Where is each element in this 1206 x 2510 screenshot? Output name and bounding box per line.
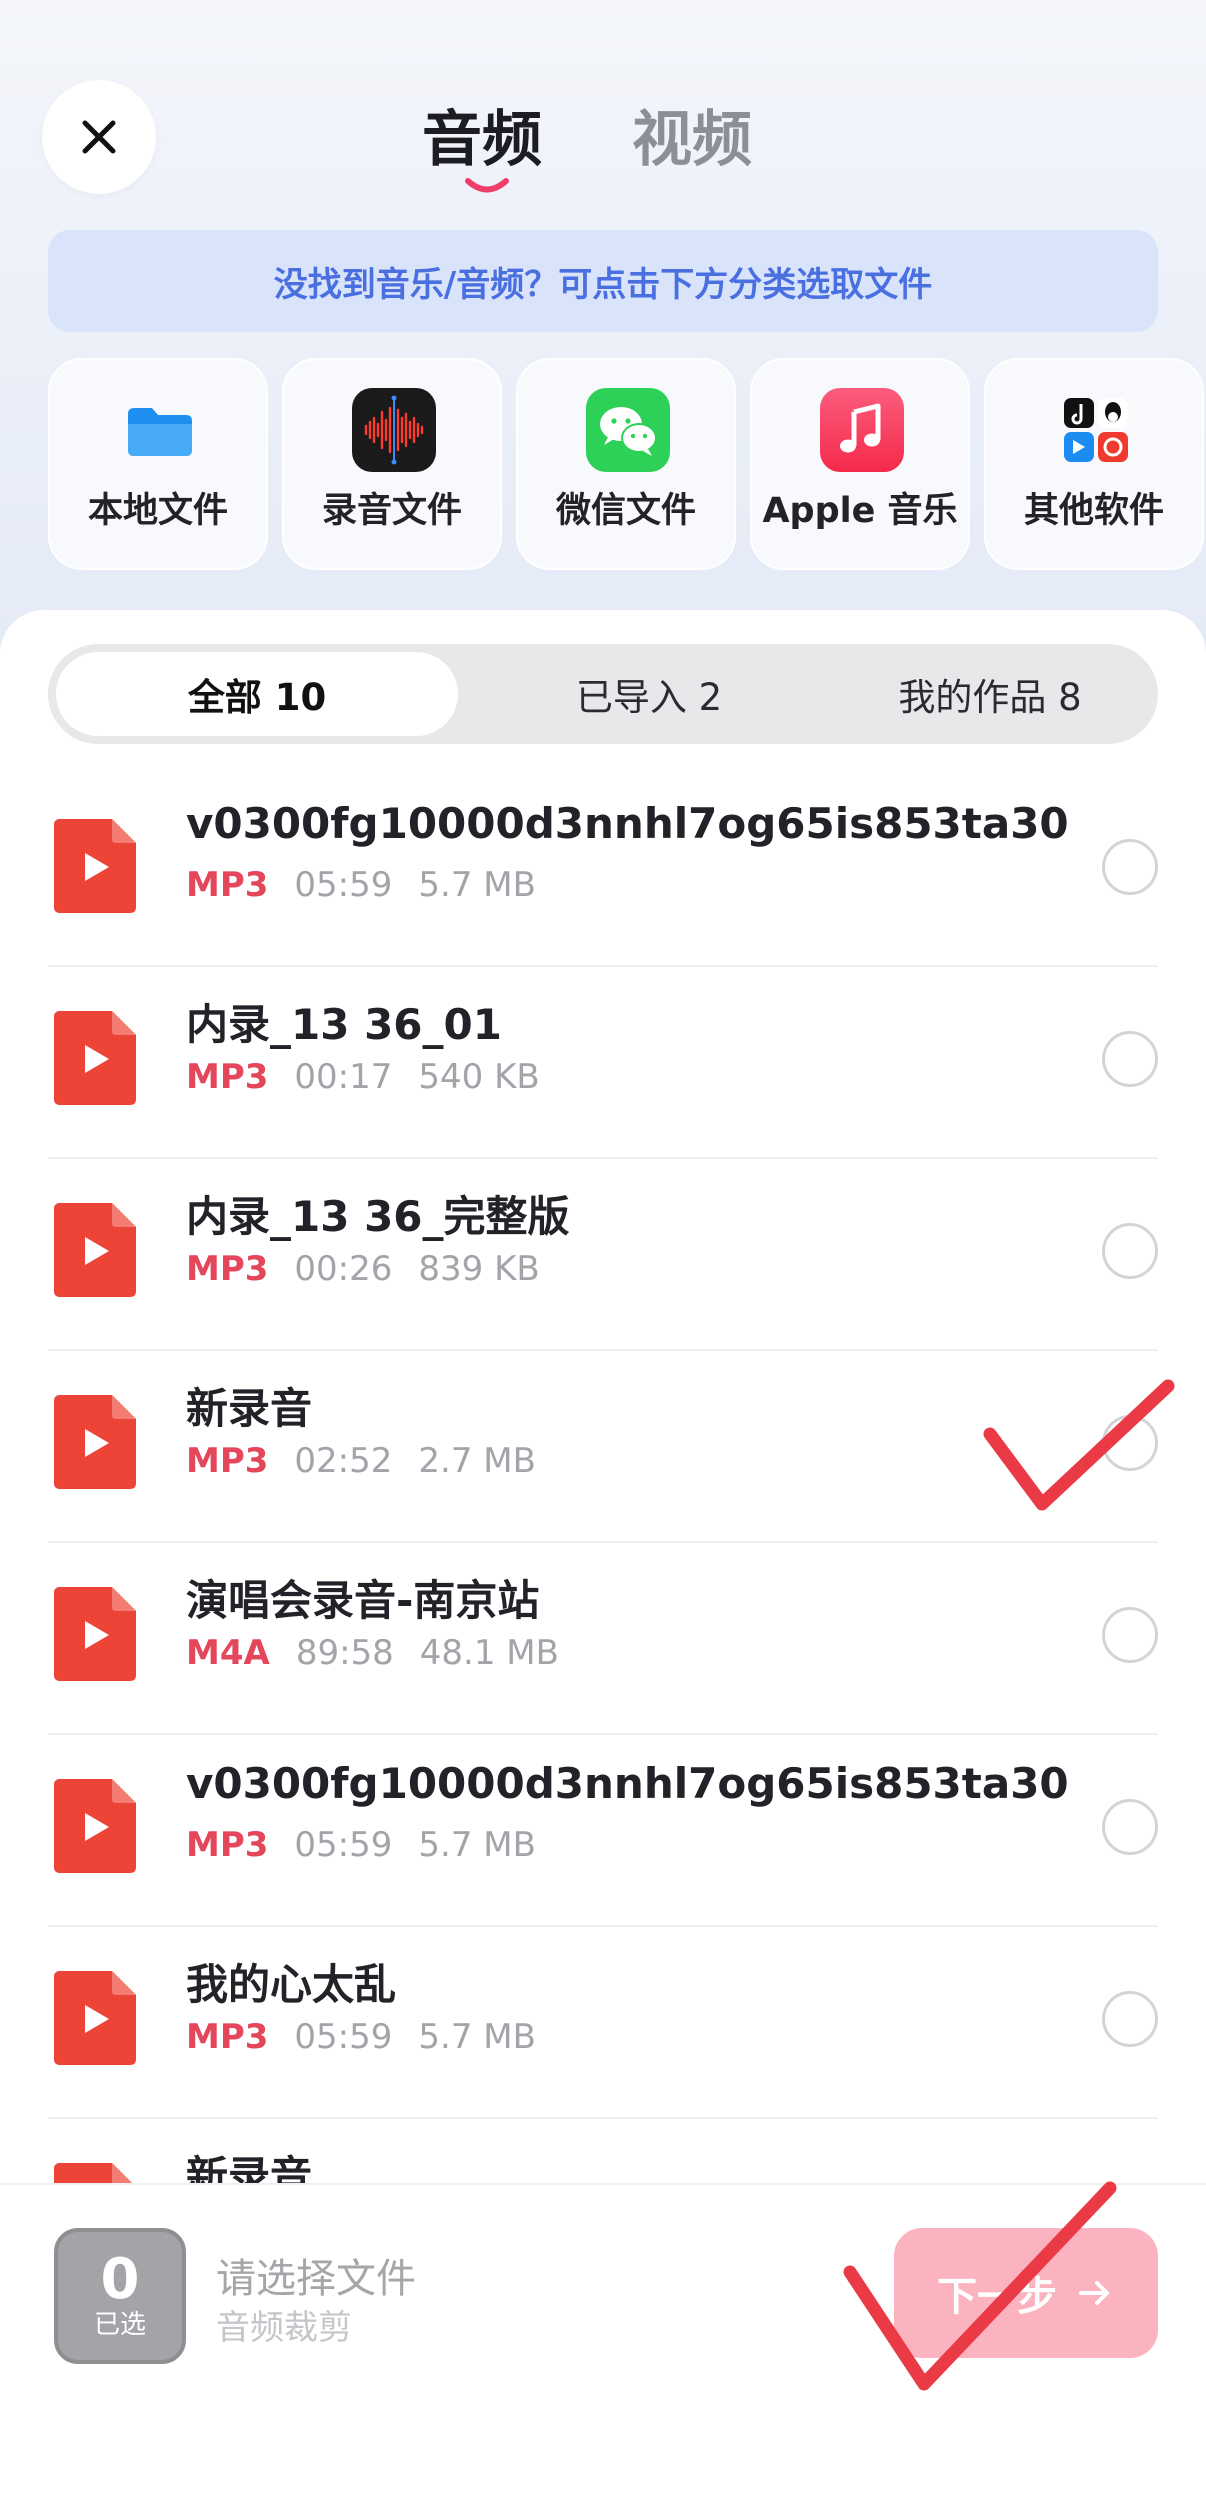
file-format: MP3: [186, 1441, 269, 1481]
file-duration: 89:58: [295, 1633, 394, 1673]
audio-file-icon: [54, 1395, 136, 1489]
select-radio[interactable]: [1102, 1799, 1158, 1855]
file-row[interactable]: 我的心太乱 MP3 05:59 5.7 MB: [48, 1927, 1158, 2119]
category-label: 录音文件: [321, 491, 462, 531]
filter-my-works[interactable]: 我的作品 8: [830, 652, 1150, 736]
file-size: 839 KB: [418, 1249, 540, 1289]
apple-music-icon: [820, 388, 904, 472]
file-row[interactable]: 演唱会录音-南京站 M4A 89:58 48.1 MB: [48, 1543, 1158, 1735]
audio-file-icon: [54, 1203, 136, 1297]
voice-memo-icon: [352, 388, 436, 472]
file-format: MP3: [186, 1057, 269, 1097]
file-format: MP3: [186, 1249, 269, 1289]
category-label: 其他软件: [1023, 491, 1164, 531]
file-size: 5.7 MB: [418, 2017, 536, 2057]
selection-title: 请选择文件: [216, 2256, 416, 2302]
file-row[interactable]: v0300fg10000d3nnhl7og65is853ta30 MP3 05:5…: [48, 1735, 1158, 1927]
file-format: M4A: [186, 1633, 270, 1673]
file-duration: 05:59: [294, 865, 393, 905]
file-duration: 02:52: [294, 1441, 393, 1481]
selected-count-label: 已选: [93, 2310, 146, 2340]
file-size: 5.7 MB: [418, 865, 536, 905]
selected-count-badge: 0 已选: [54, 2228, 186, 2364]
audio-file-icon: [54, 819, 136, 913]
tab-audio[interactable]: 音频: [422, 100, 542, 180]
close-icon: [82, 120, 116, 154]
category-wechat-files[interactable]: 微信文件: [516, 358, 736, 570]
select-radio[interactable]: [1102, 1607, 1158, 1663]
file-format: MP3: [186, 865, 269, 905]
file-meta: MP3 02:52 2.7 MB: [186, 1441, 536, 1481]
file-row[interactable]: v0300fg10000d3nnhl7og65is853ta30 MP3 05:5…: [48, 775, 1158, 967]
audio-file-icon: [54, 1011, 136, 1105]
filter-all[interactable]: 全部 10: [56, 652, 458, 736]
select-radio[interactable]: [1102, 1223, 1158, 1279]
file-meta: MP3 05:59 5.7 MB: [186, 2017, 536, 2057]
file-title: 内录_13 36_完整版: [186, 1192, 570, 1241]
audio-file-icon: [54, 1971, 136, 2065]
file-title: 新录音: [186, 1384, 313, 1433]
file-row[interactable]: 内录_13 36_01 MP3 00:17 540 KB: [48, 967, 1158, 1159]
tab-active-indicator: [465, 178, 509, 193]
file-title: 内录_13 36_01: [186, 1000, 502, 1049]
file-size: 5.7 MB: [418, 1825, 536, 1865]
file-size: 2.7 MB: [418, 1441, 536, 1481]
select-radio[interactable]: [1102, 1031, 1158, 1087]
file-duration: 00:17: [294, 1057, 393, 1097]
selected-count: 0: [100, 2247, 140, 2312]
file-meta: M4A 89:58 48.1 MB: [186, 1633, 559, 1673]
file-title: v0300fg10000d3nnhl7og65is853ta30: [186, 799, 1069, 848]
audio-file-icon: [54, 1587, 136, 1681]
file-row[interactable]: 内录_13 36_完整版 MP3 00:26 839 KB: [48, 1159, 1158, 1351]
select-radio[interactable]: [1102, 839, 1158, 895]
select-radio[interactable]: [1102, 1415, 1158, 1471]
file-format: MP3: [186, 1825, 269, 1865]
category-other-apps[interactable]: 其他软件: [984, 358, 1204, 570]
audio-file-icon: [54, 1779, 136, 1873]
file-meta: MP3 00:17 540 KB: [186, 1057, 540, 1097]
file-size: 48.1 MB: [419, 1633, 559, 1673]
file-meta: MP3 05:59 5.7 MB: [186, 865, 536, 905]
header-background: [0, 0, 1206, 700]
file-title: 我的心太乱: [186, 1960, 397, 2009]
select-radio[interactable]: [1102, 1991, 1158, 2047]
tab-video[interactable]: 视频: [632, 100, 752, 180]
other-apps-icon: [1054, 388, 1138, 472]
close-button[interactable]: [42, 80, 156, 194]
category-recordings[interactable]: 录音文件: [282, 358, 502, 570]
filter-segmented-control: 全部 10 已导入 2 我的作品 8: [48, 644, 1158, 744]
file-title: 演唱会录音-南京站: [186, 1576, 540, 1625]
category-row: 本地文件 录音文件 微信文件 Apple 音乐 其他软件: [48, 358, 1206, 570]
file-meta: MP3 05:59 5.7 MB: [186, 1825, 536, 1865]
category-local-files[interactable]: 本地文件: [48, 358, 268, 570]
file-size: 540 KB: [418, 1057, 540, 1097]
file-duration: 00:26: [294, 1249, 393, 1289]
category-label: Apple 音乐: [762, 491, 958, 531]
filter-imported[interactable]: 已导入 2: [468, 652, 830, 736]
file-meta: MP3 00:26 839 KB: [186, 1249, 540, 1289]
next-button[interactable]: 下一步: [894, 2228, 1158, 2358]
hint-banner: 没找到音乐/音频？可点击下方分类选取文件: [48, 230, 1158, 332]
folder-icon: [118, 388, 202, 472]
category-label: 本地文件: [87, 491, 228, 531]
next-button-label: 下一步: [937, 2274, 1057, 2320]
category-apple-music[interactable]: Apple 音乐: [750, 358, 970, 570]
selection-subtitle: 音频裁剪: [216, 2308, 352, 2348]
file-duration: 05:59: [294, 2017, 393, 2057]
file-format: MP3: [186, 2017, 269, 2057]
file-duration: 05:59: [294, 1825, 393, 1865]
category-label: 微信文件: [555, 491, 696, 531]
arrow-right-icon: [1079, 2281, 1109, 2305]
wechat-icon: [586, 388, 670, 472]
file-title: v0300fg10000d3nnhl7og65is853ta30: [186, 1759, 1069, 1808]
file-row[interactable]: 新录音 MP3 02:52 2.7 MB: [48, 1351, 1158, 1543]
